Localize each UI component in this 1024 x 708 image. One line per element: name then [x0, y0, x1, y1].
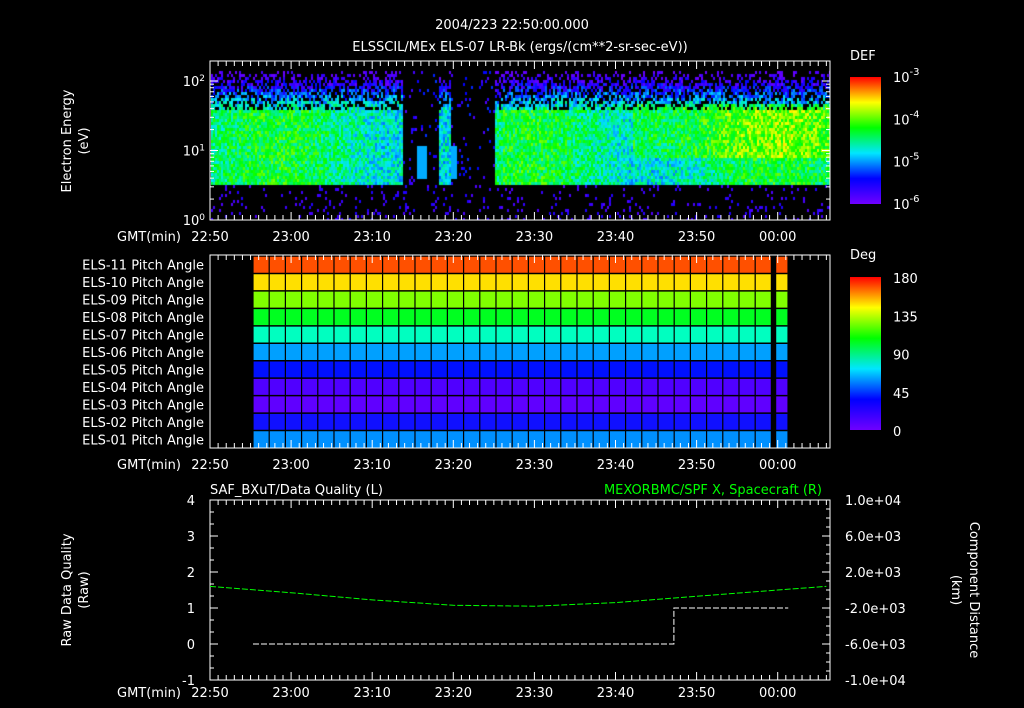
plot-canvas: 2004/223 22:50:00.000 ELSSCIL/MEx ELS-07 …: [60, 18, 981, 701]
gmt-axis-label: GMT(min): [117, 686, 181, 701]
x-tick-label: 00:00: [759, 230, 796, 245]
x-tick-label: 23:30: [516, 230, 553, 245]
pitch-angle-row-label: ELS-10 Pitch Angle: [82, 276, 204, 291]
x-tick-label: 23:00: [272, 686, 309, 701]
x-tick-label: 23:10: [353, 458, 390, 473]
colorbar-tick-label: 10-4: [893, 109, 920, 128]
colorbar-label: DEF: [850, 49, 876, 64]
y-tick-label: 102: [183, 74, 205, 90]
x-tick-label: 23:50: [678, 686, 715, 701]
deg-colorbar: [850, 277, 881, 430]
x-tick-label: 23:00: [272, 458, 309, 473]
x-tick-label: 23:30: [516, 686, 553, 701]
panel1-ylabel-unit: (eV): [77, 127, 92, 154]
colorbar-tick-label: 10-3: [893, 67, 920, 86]
panel3-ylabel-right-unit: (km): [948, 575, 963, 605]
pitch-angle-row-4: [252, 378, 788, 396]
def-colorbar: [850, 77, 881, 204]
x-tick-label: 22:50: [191, 686, 228, 701]
pitch-angle-row-label: ELS-08 Pitch Angle: [82, 311, 204, 326]
pitch-angle-row-9: [252, 290, 788, 309]
panel3-ylabel-right: Component Distance: [966, 522, 981, 658]
pitch-angle-row-label: ELS-06 Pitch Angle: [82, 346, 204, 361]
y-left-tick-label: 0: [187, 638, 195, 653]
pitch-angle-row-2: [252, 413, 788, 431]
x-tick-label: 23:10: [353, 230, 390, 245]
x-tick-label: 23:10: [353, 686, 390, 701]
panel3-title-right: MEXORBMC/SPF X, Spacecraft (R): [604, 483, 822, 498]
y-left-tick-label: 1: [187, 602, 195, 617]
data-gap-bar: [771, 256, 777, 448]
y-right-tick-label: 6.0e+03: [845, 530, 901, 545]
pitch-angle-row-label: ELS-04 Pitch Angle: [82, 381, 204, 396]
colorbar-tick-label: 10-5: [893, 152, 920, 171]
x-tick-label: 23:40: [597, 686, 634, 701]
series-data-quality: [252, 607, 789, 645]
pitch-angle-row-3: [252, 395, 788, 414]
pitch-angle-row-label: ELS-11 Pitch Angle: [82, 259, 204, 274]
gmt-axis-label: GMT(min): [117, 458, 181, 473]
y-right-tick-label: -6.0e+03: [845, 638, 906, 653]
y-right-tick-label: -2.0e+03: [845, 602, 906, 617]
x-tick-label: 00:00: [759, 458, 796, 473]
x-tick-label: 23:40: [597, 458, 634, 473]
y-right-tick-label: -1.0e+04: [845, 674, 906, 689]
pitch-angle-row-label: ELS-09 Pitch Angle: [82, 294, 204, 309]
panel3-title-left: SAF_BXuT/Data Quality (L): [210, 483, 383, 498]
x-tick-label: 00:00: [759, 686, 796, 701]
panel1-title: ELSSCIL/MEx ELS-07 LR-Bk (ergs/(cm**2-sr…: [352, 40, 687, 55]
y-left-tick-label: 2: [187, 566, 195, 581]
colorbar-tick-label: 180: [893, 272, 918, 287]
pitch-angle-row-11: [252, 256, 788, 274]
y-tick-label: 101: [183, 144, 205, 160]
pitch-angle-row-label: ELS-02 Pitch Angle: [82, 416, 204, 431]
pitch-angle-row-label: ELS-07 Pitch Angle: [82, 329, 204, 344]
y-tick-label: 100: [183, 213, 206, 229]
x-tick-label: 23:00: [272, 230, 309, 245]
y-right-tick-label: 2.0e+03: [845, 566, 901, 581]
pitch-angle-row-label: ELS-01 Pitch Angle: [82, 433, 204, 448]
y-left-tick-label: 4: [187, 494, 195, 509]
gmt-axis-label: GMT(min): [117, 230, 181, 245]
pitch-angle-row-6: [252, 343, 788, 361]
pitch-angle-row-label: ELS-03 Pitch Angle: [82, 398, 204, 413]
x-tick-label: 23:20: [435, 686, 472, 701]
pitch-angle-row-8: [252, 308, 788, 326]
panel1-ylabel: Electron Energy: [60, 89, 75, 192]
x-tick-label: 23:50: [678, 458, 715, 473]
pitch-angle-row-1: [252, 430, 788, 448]
y-left-tick-label: 3: [187, 530, 195, 545]
pitch-angle-row-10: [252, 273, 788, 291]
pitch-angle-row-label: ELS-05 Pitch Angle: [82, 363, 204, 378]
colorbar-tick-label: 45: [893, 387, 910, 402]
colorbar-tick-label: 10-6: [893, 194, 920, 213]
x-tick-label: 22:50: [191, 458, 228, 473]
y-right-tick-label: 1.0e+04: [845, 494, 901, 509]
plot-datetime: 2004/223 22:50:00.000: [435, 18, 589, 33]
x-tick-label: 22:50: [191, 230, 228, 245]
x-tick-label: 23:20: [435, 458, 472, 473]
pitch-angle-row-5: [252, 360, 788, 379]
x-tick-label: 23:40: [597, 230, 634, 245]
x-tick-label: 23:50: [678, 230, 715, 245]
panel1-frame: [209, 60, 831, 221]
panel3-ylabel-left-unit: (Raw): [77, 571, 92, 609]
panel3-frame: [209, 499, 831, 681]
pitch-angle-row-7: [252, 325, 788, 344]
colorbar-label: Deg: [850, 248, 876, 263]
x-tick-label: 23:20: [435, 230, 472, 245]
x-tick-label: 23:30: [516, 458, 553, 473]
colorbar-tick-label: 0: [893, 425, 901, 440]
series-spf-x: [209, 585, 827, 607]
colorbar-tick-label: 135: [893, 310, 918, 325]
colorbar-tick-label: 90: [893, 349, 910, 364]
panel3-ylabel-left: Raw Data Quality: [60, 533, 75, 646]
